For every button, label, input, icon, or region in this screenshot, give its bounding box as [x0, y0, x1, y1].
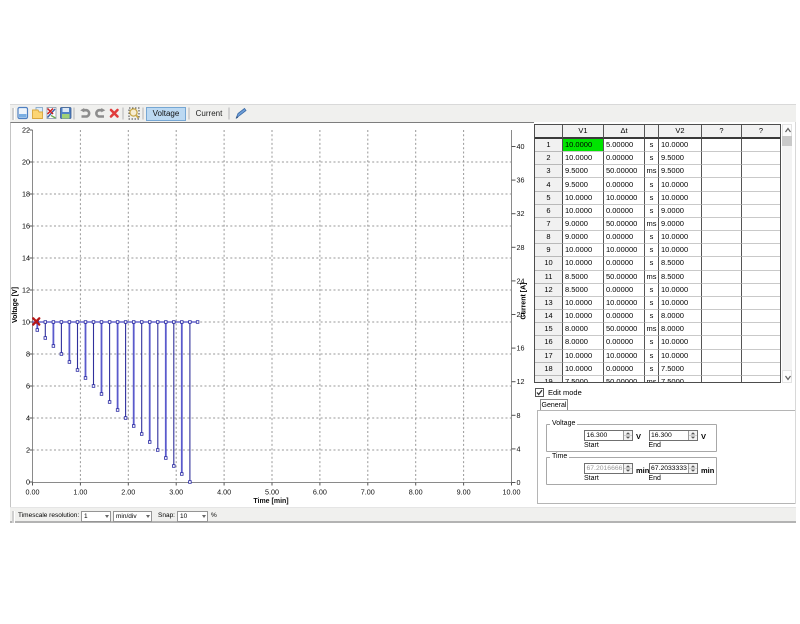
svg-text:18: 18: [22, 190, 30, 199]
svg-text:28: 28: [517, 243, 525, 252]
svg-text:16: 16: [22, 222, 30, 231]
svg-text:40: 40: [517, 142, 525, 151]
svg-text:10.00: 10.00: [503, 488, 521, 497]
svg-text:Time [min]: Time [min]: [253, 498, 288, 505]
svg-text:6: 6: [26, 382, 30, 391]
svg-text:0: 0: [26, 478, 30, 487]
svg-text:2.00: 2.00: [121, 488, 135, 497]
svg-text:8.00: 8.00: [409, 488, 423, 497]
svg-text:22: 22: [22, 126, 30, 135]
svg-text:4.00: 4.00: [217, 488, 231, 497]
svg-text:9.00: 9.00: [457, 488, 471, 497]
svg-text:6.00: 6.00: [313, 488, 327, 497]
svg-text:14: 14: [22, 254, 30, 263]
svg-text:0.00: 0.00: [26, 488, 40, 497]
svg-text:2: 2: [26, 446, 30, 455]
svg-text:36: 36: [517, 176, 525, 185]
svg-text:0: 0: [517, 478, 521, 487]
svg-text:4: 4: [26, 414, 30, 423]
svg-text:12: 12: [517, 377, 525, 386]
svg-text:20: 20: [22, 158, 30, 167]
svg-text:4: 4: [517, 444, 521, 453]
svg-text:8: 8: [26, 350, 30, 359]
svg-text:12: 12: [22, 286, 30, 295]
svg-text:Voltage [V]: Voltage [V]: [12, 287, 19, 323]
svg-text:5.00: 5.00: [265, 488, 279, 497]
svg-text:16: 16: [517, 344, 525, 353]
svg-text:Current [A]: Current [A]: [521, 283, 528, 320]
svg-text:7.00: 7.00: [361, 488, 375, 497]
svg-text:10: 10: [22, 318, 30, 327]
svg-text:32: 32: [517, 209, 525, 218]
svg-text:1.00: 1.00: [73, 488, 87, 497]
svg-text:3.00: 3.00: [169, 488, 183, 497]
svg-text:8: 8: [517, 411, 521, 420]
